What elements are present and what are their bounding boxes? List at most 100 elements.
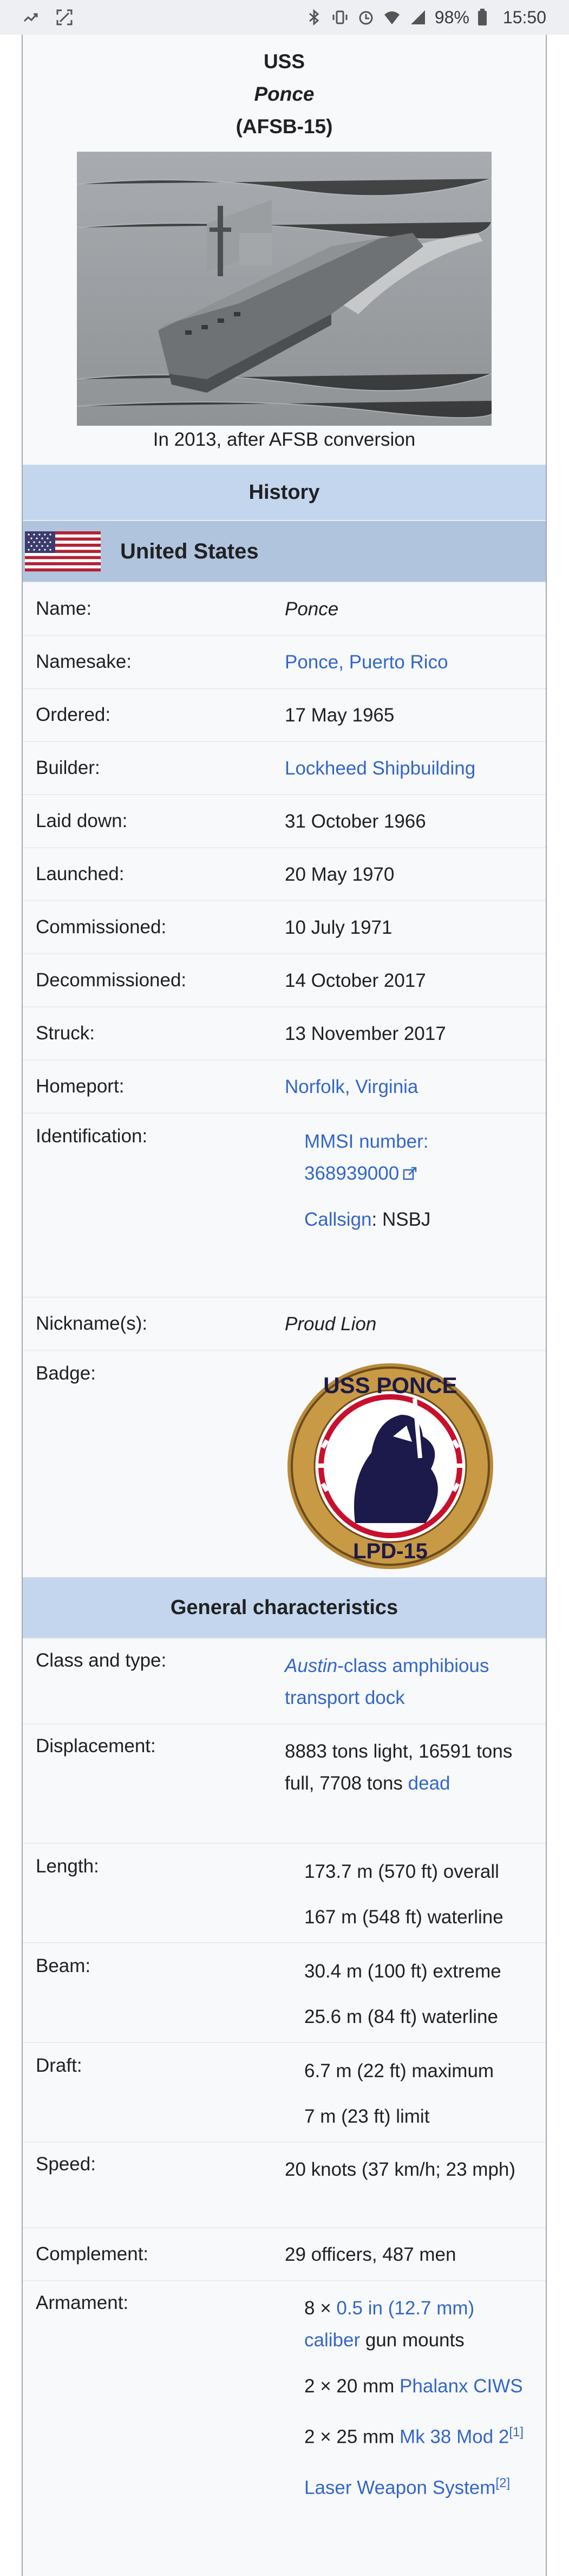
length-waterline: 167 m (548 ft) waterline <box>304 1907 503 1928</box>
title-prefix: USS <box>263 50 305 73</box>
general-row-beam: Beam: 30.4 m (100 ft) extreme 25.6 m (84… <box>23 1942 546 2042</box>
mmsi-link[interactable]: MMSI number: <box>304 1126 535 1157</box>
vibrate-icon <box>331 8 349 27</box>
builder-label: Builder: <box>36 757 100 778</box>
photo-caption: In 2013, after AFSB conversion <box>153 429 416 450</box>
class-italic: Austin <box>285 1655 338 1676</box>
nickname-label: Nickname(s): <box>36 1313 148 1334</box>
name-value: Ponce <box>285 598 339 620</box>
country-row: United States <box>23 520 546 582</box>
commissioned-value: 10 July 1971 <box>285 916 393 938</box>
beam-label: Beam: <box>36 1955 91 1976</box>
history-row-launched: Launched: 20 May 1970 <box>23 847 546 900</box>
clock: 15:50 <box>502 7 546 27</box>
history-row-homeport: Homeport: Norfolk, Virginia <box>23 1059 546 1113</box>
badge-label: Badge: <box>36 1363 96 1384</box>
beam-extreme: 30.4 m (100 ft) extreme <box>304 1961 501 1982</box>
builder-link[interactable]: Lockheed Shipbuilding <box>285 752 546 784</box>
general-row-draft: Draft: 6.7 m (22 ft) maximum 7 m (23 ft)… <box>23 2042 546 2142</box>
arm2-prefix: 2 × 20 mm <box>304 2376 400 2397</box>
history-row-name: Name: Ponce <box>23 582 546 635</box>
missed-call-icon <box>23 8 41 27</box>
length-overall: 173.7 m (570 ft) overall <box>304 1861 499 1882</box>
badge-top-text: USS PONCE <box>323 1372 457 1398</box>
struck-value: 13 November 2017 <box>285 1023 446 1044</box>
arm1-prefix: 8 × <box>304 2298 337 2319</box>
homeport-link[interactable]: Norfolk, Virginia <box>285 1071 546 1103</box>
history-row-decommissioned: Decommissioned: 14 October 2017 <box>23 953 546 1006</box>
displacement-value: 8883 tons light, 16591 tons full, 7708 t… <box>285 1741 513 1794</box>
general-characteristics-header: General characteristics <box>23 1577 546 1638</box>
ship-badge-image[interactable]: USS PONCE LPD-15 <box>285 1361 496 1572</box>
decommissioned-value: 14 October 2017 <box>285 970 426 991</box>
armament-item: 8 × 0.5 in (12.7 mm) caliber gun mounts <box>304 2292 535 2356</box>
infobox-title: USS Ponce (AFSB-15) <box>23 35 546 143</box>
launched-value: 20 May 1970 <box>285 863 395 885</box>
history-row-laid-down: Laid down: 31 October 1966 <box>23 794 546 847</box>
badge-bottom-text: LPD-15 <box>353 1539 428 1563</box>
general-row-displacement: Displacement: 8883 tons light, 16591 ton… <box>23 1723 546 1843</box>
deadweight-link[interactable]: dead <box>408 1773 450 1794</box>
general-row-length: Length: 173.7 m (570 ft) overall 167 m (… <box>23 1843 546 1942</box>
callsign-value: : NSBJ <box>371 1209 431 1230</box>
complement-value: 29 officers, 487 men <box>285 2243 456 2265</box>
complement-label: Complement: <box>36 2243 149 2265</box>
battery-percent: 98% <box>434 7 469 27</box>
reference-2-link[interactable]: [2] <box>495 2476 510 2490</box>
phalanx-ciws-link[interactable]: Phalanx CIWS <box>400 2376 523 2397</box>
general-row-speed: Speed: 20 knots (37 km/h; 23 mph) <box>23 2142 546 2227</box>
identification-label: Identification: <box>36 1126 148 1147</box>
namesake-label: Namesake: <box>36 651 132 672</box>
history-header: History <box>23 465 546 520</box>
laser-weapon-link[interactable]: Laser Weapon System <box>304 2477 495 2498</box>
laid-down-label: Laid down: <box>36 810 128 831</box>
us-flag-icon[interactable] <box>25 531 101 571</box>
screenshot-icon <box>55 8 74 27</box>
armament-item: 2 × 20 mm Phalanx CIWS <box>304 2370 535 2402</box>
arm3-prefix: 2 × 25 mm <box>304 2426 400 2448</box>
laid-down-value: 31 October 1966 <box>285 810 426 832</box>
title-hull-number: (AFSB-15) <box>236 115 333 138</box>
callsign-link[interactable]: Callsign <box>304 1209 372 1230</box>
class-link[interactable]: Austin-class amphibious transport dock <box>285 1650 546 1723</box>
external-link-icon[interactable] <box>402 1166 417 1181</box>
ordered-label: Ordered: <box>36 704 111 725</box>
beam-waterline: 25.6 m (84 ft) waterline <box>304 2006 498 2027</box>
draft-limit: 7 m (23 ft) limit <box>304 2106 430 2127</box>
alarm-icon <box>357 8 375 27</box>
wifi-icon <box>383 8 401 27</box>
arm1-suffix: gun mounts <box>360 2330 465 2351</box>
draft-label: Draft: <box>36 2055 82 2076</box>
history-row-struck: Struck: 13 November 2017 <box>23 1006 546 1059</box>
armament-label: Armament: <box>36 2292 129 2313</box>
speed-value: 20 knots (37 km/h; 23 mph) <box>285 2159 516 2180</box>
launched-label: Launched: <box>36 863 125 884</box>
history-row-namesake: Namesake: Ponce, Puerto Rico <box>23 635 546 688</box>
namesake-link[interactable]: Ponce, Puerto Rico <box>285 646 546 678</box>
speed-label: Speed: <box>36 2154 96 2175</box>
draft-maximum: 6.7 m (22 ft) maximum <box>304 2060 494 2081</box>
general-row-armament: Armament: 8 × 0.5 in (12.7 mm) caliber g… <box>23 2280 546 2562</box>
bluetooth-icon <box>305 8 323 27</box>
nickname-value: Proud Lion <box>285 1313 377 1335</box>
history-row-badge: Badge: USS PONCE LPD-15 <box>23 1350 546 1577</box>
history-row-builder: Builder: Lockheed Shipbuilding <box>23 741 546 794</box>
commissioned-label: Commissioned: <box>36 916 167 938</box>
history-row-nickname: Nickname(s): Proud Lion <box>23 1297 546 1350</box>
history-row-identification: Identification: MMSI number: 368939000 C… <box>23 1113 546 1297</box>
history-row-ordered: Ordered: 17 May 1965 <box>23 688 546 741</box>
length-label: Length: <box>36 1856 99 1877</box>
mk38-link[interactable]: Mk 38 Mod 2 <box>400 2427 509 2448</box>
class-label: Class and type: <box>36 1650 167 1671</box>
status-bar: 98% 15:50 <box>0 0 569 35</box>
ship-photo[interactable] <box>77 152 492 426</box>
struck-label: Struck: <box>36 1023 95 1044</box>
general-row-complement: Complement: 29 officers, 487 men <box>23 2227 546 2280</box>
history-row-commissioned: Commissioned: 10 July 1971 <box>23 900 546 953</box>
decommissioned-label: Decommissioned: <box>36 970 187 991</box>
ordered-value: 17 May 1965 <box>285 704 395 726</box>
armament-item: Laser Weapon System[2] <box>304 2467 535 2504</box>
reference-1-link[interactable]: [1] <box>509 2425 524 2440</box>
mmsi-number-link[interactable]: 368939000 <box>304 1157 399 1189</box>
country-name: United States <box>120 539 259 563</box>
